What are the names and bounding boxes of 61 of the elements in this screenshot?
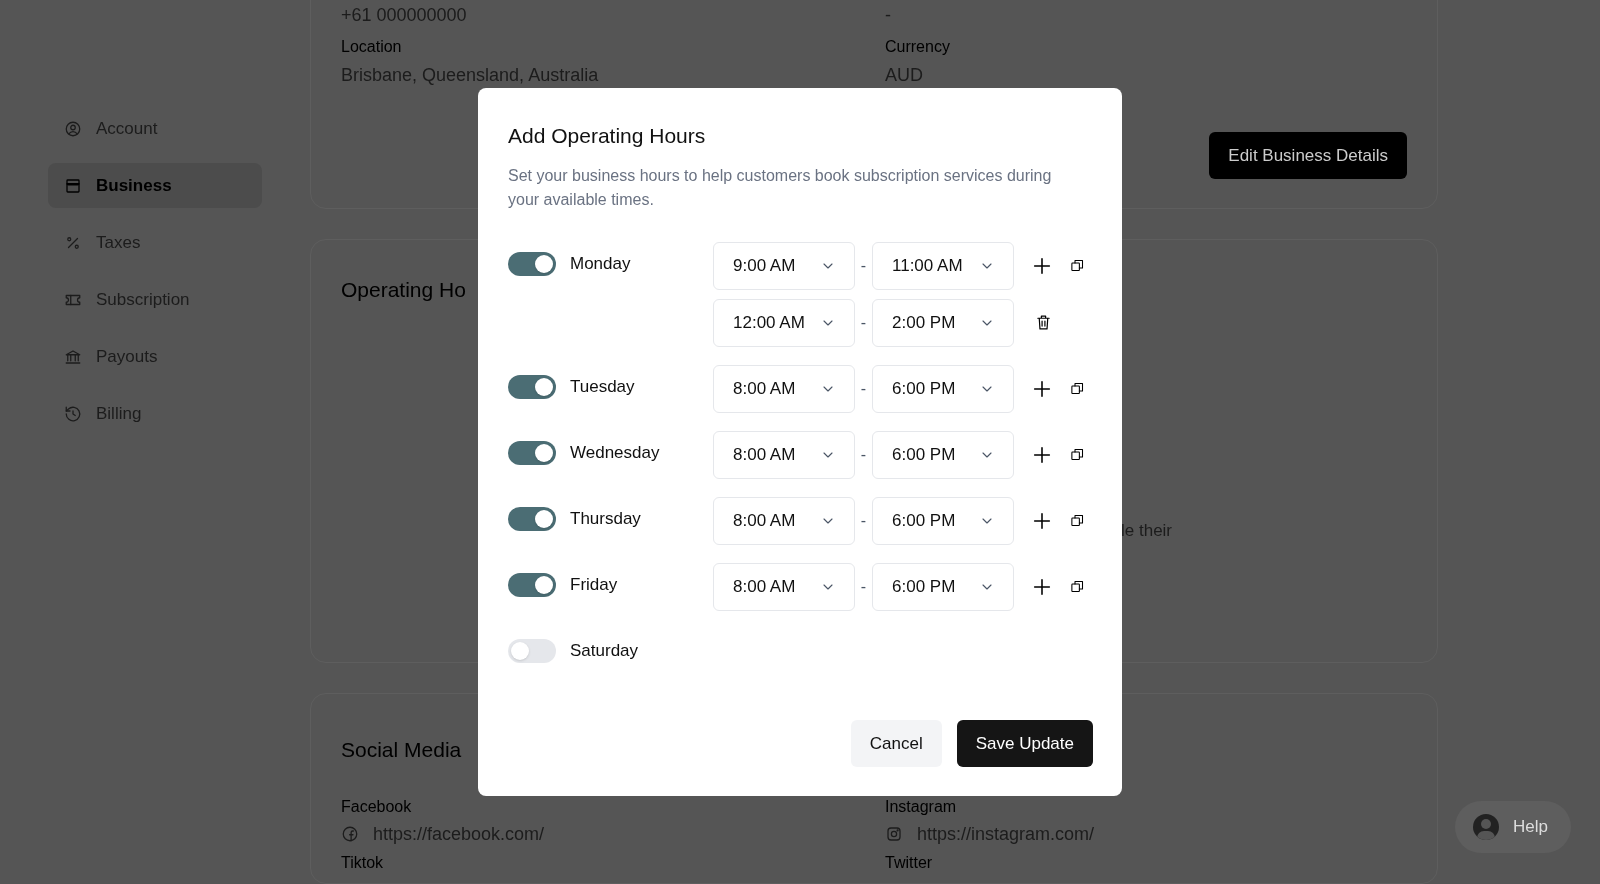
- toggle-switch[interactable]: [508, 374, 556, 399]
- time-select[interactable]: 12:00 AM: [713, 298, 855, 347]
- field-label: Instagram: [885, 797, 957, 817]
- day-label: Monday: [570, 252, 631, 275]
- field-label: Currency: [885, 37, 950, 57]
- user-circle-icon: [64, 119, 82, 138]
- time-select[interactable]: 6:00 PM: [872, 496, 1014, 545]
- avatar: [1473, 814, 1499, 840]
- separator-text: -: [859, 444, 868, 465]
- field-value: AUD: [885, 65, 923, 85]
- field-label: Facebook: [341, 797, 412, 817]
- separator-text: -: [859, 312, 868, 333]
- field-value: +61 000000000: [341, 5, 467, 25]
- copy-icon: [1069, 258, 1085, 273]
- day-label: Wednesday: [570, 441, 660, 464]
- toggle-switch[interactable]: [508, 251, 556, 276]
- time-select[interactable]: 8:00 AM: [713, 364, 855, 413]
- time-select[interactable]: 9:00 AM: [713, 241, 855, 290]
- time-select[interactable]: 8:00 AM: [713, 496, 855, 545]
- copy-icon: [1069, 447, 1085, 462]
- time-select[interactable]: 8:00 AM: [713, 562, 855, 611]
- separator-text: -: [859, 576, 868, 597]
- toggle-switch[interactable]: [508, 506, 556, 531]
- instagram-icon: [885, 825, 903, 843]
- field-label: Twitter: [885, 853, 933, 873]
- toggle-switch[interactable]: [508, 638, 556, 663]
- cancel-button[interactable]: Cancel: [850, 720, 942, 767]
- copy-icon: [1069, 579, 1085, 594]
- section-title: Social Media: [341, 736, 462, 763]
- field-value: Brisbane, Queensland, Australia: [341, 65, 599, 85]
- day-label: Thursday: [570, 507, 641, 530]
- time-select[interactable]: 6:00 PM: [872, 430, 1014, 479]
- field-label: Tiktok: [341, 853, 384, 873]
- time-select[interactable]: 6:00 PM: [872, 562, 1014, 611]
- toggle-switch[interactable]: [508, 572, 556, 597]
- dialog-description: Set your business hours to help customers book subscription services during your available times.: [508, 165, 1053, 210]
- trash-icon: [1034, 314, 1052, 331]
- section-title: Operating Ho: [341, 277, 466, 303]
- field-value: -: [885, 5, 891, 25]
- time-select[interactable]: 2:00 PM: [872, 298, 1014, 347]
- toggle-switch[interactable]: [508, 440, 556, 465]
- separator-text: -: [859, 255, 868, 276]
- dialog-title: Add Operating Hours: [508, 123, 707, 149]
- day-label: Tuesday: [570, 375, 635, 398]
- edit-business-button[interactable]: Edit Business Details: [1209, 132, 1407, 179]
- day-label: Friday: [570, 573, 618, 596]
- separator-text: -: [859, 378, 868, 399]
- facebook-icon: [341, 825, 359, 843]
- time-select[interactable]: 8:00 AM: [713, 430, 855, 479]
- save-button[interactable]: Save Update: [956, 720, 1093, 767]
- copy-icon: [1069, 513, 1085, 528]
- history-icon: [64, 404, 82, 423]
- copy-icon: [1069, 381, 1085, 396]
- time-select[interactable]: 6:00 PM: [872, 364, 1014, 413]
- help-button[interactable]: Help: [1455, 801, 1571, 853]
- day-label: Saturday: [570, 639, 639, 662]
- field-label: Location: [341, 37, 402, 57]
- body-text: le their: [1121, 520, 1173, 542]
- separator-text: -: [859, 510, 868, 531]
- store-icon: [64, 176, 82, 195]
- time-select[interactable]: 11:00 AM: [872, 241, 1014, 290]
